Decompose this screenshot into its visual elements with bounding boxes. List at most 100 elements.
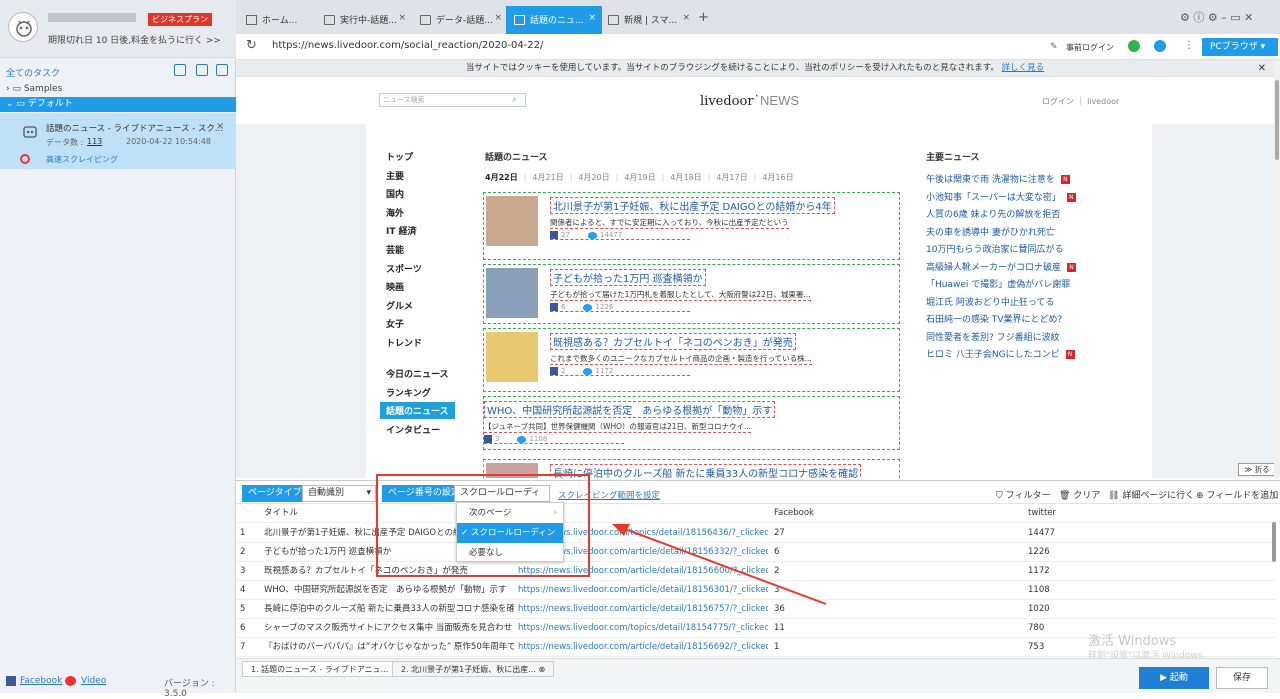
- article-item[interactable]: 既視感ある？カプセルトイ「ネコのペンおき」が発売 これまで数多くのユニークなカプセ…: [483, 328, 900, 392]
- main-news-title[interactable]: 石田純一の感染 TV業界にとどめ?: [926, 315, 1062, 325]
- info-icon[interactable]: [1154, 40, 1166, 52]
- close-icon[interactable]: ×: [398, 13, 406, 23]
- main-news-item[interactable]: 石田純一の感染 TV業界にとどめ?: [926, 312, 1062, 325]
- nav-item[interactable]: 主要: [386, 169, 404, 182]
- main-news-title[interactable]: 10万円もらう政治家に賛同広がる: [926, 245, 1063, 255]
- nav-item[interactable]: 海外: [386, 206, 404, 219]
- main-news-item[interactable]: 同性愛者を差別? フジ番組に波紋: [926, 330, 1060, 343]
- import-icon[interactable]: [174, 64, 186, 76]
- folder-samples[interactable]: › ▭ Samples: [0, 82, 236, 97]
- header-links[interactable]: ログイン ｜ livedoor: [1042, 96, 1119, 107]
- tab-new[interactable]: 新規 | スマ... ×: [600, 6, 696, 34]
- table-cell[interactable]: https://news.livedoor.com/article/detail…: [518, 638, 768, 656]
- nav-item[interactable]: 話題のニュース: [380, 402, 455, 420]
- nav-item[interactable]: IT 経済: [386, 224, 417, 237]
- task-card[interactable]: 話題のニュース - ライブドアニュース - スク... × データ数 : 113…: [0, 113, 236, 169]
- nav-item[interactable]: グルメ: [386, 299, 413, 312]
- article-title[interactable]: 長崎に停泊中のクルーズ船 新たに乗員33人の新型コロナ感染を確認: [550, 464, 862, 478]
- url-field[interactable]: https://news.livedoor.com/social_reactio…: [272, 40, 543, 51]
- close-icon[interactable]: ×: [216, 121, 224, 132]
- add-field-button[interactable]: ⊕ フィールドを追加: [1196, 488, 1278, 501]
- article-item[interactable]: WHO、中国研究所起源説を否定 あらゆる根拠が「動物」示す 【ジュネーブ共同】世界…: [483, 396, 900, 450]
- nav-item[interactable]: スポーツ: [386, 262, 422, 275]
- close-icon[interactable]: ×: [588, 13, 596, 23]
- article-thumbnail[interactable]: [486, 332, 538, 382]
- close-icon[interactable]: ×: [494, 13, 502, 23]
- filter-button[interactable]: ⛉ フィルター: [996, 488, 1050, 501]
- article-thumbnail[interactable]: [486, 268, 538, 318]
- main-news-title[interactable]: 小池知事「スーパーは大変な密」: [926, 193, 1061, 203]
- main-news-item[interactable]: 夫の車を誘導中 妻がひかれ死亡: [926, 225, 1055, 238]
- date-tab[interactable]: 4月22日: [485, 173, 518, 182]
- article-title[interactable]: 子どもが拾った1万円 巡査横領か: [550, 269, 706, 286]
- nav-item[interactable]: インタビュー: [386, 423, 440, 436]
- status-icon[interactable]: [1128, 40, 1140, 52]
- scrollbar-thumb[interactable]: [1275, 80, 1279, 160]
- date-tab[interactable]: 4月19日: [624, 173, 655, 182]
- nav-item[interactable]: トレンド: [386, 336, 422, 349]
- login-button[interactable]: 事前ログイン: [1066, 42, 1114, 53]
- main-news-title[interactable]: 夫の車を誘導中 妻がひかれ死亡: [926, 228, 1055, 238]
- main-news-item[interactable]: 「Huawei で撮影」虚偽がバレ謝罪: [926, 277, 1070, 290]
- save-button[interactable]: 保存: [1216, 667, 1268, 689]
- nav-item[interactable]: 今日のニュース: [386, 367, 449, 380]
- nav-item[interactable]: 国内: [386, 187, 404, 200]
- window-controls[interactable]: ⚙ ⓘ ⚙ – ▭ ✕: [1180, 9, 1253, 25]
- article-thumbnail[interactable]: [486, 196, 538, 246]
- livedoor-logo[interactable]: livedoor˙NEWS: [700, 93, 799, 109]
- start-button[interactable]: ▶ 起動: [1139, 667, 1209, 689]
- main-news-item[interactable]: 人質の6歳 妹より先の解放を拒否: [926, 207, 1060, 220]
- search-icon[interactable]: ⌕: [512, 95, 516, 105]
- main-news-title[interactable]: 午後は関東で雨 洗濯物に注意を: [926, 175, 1055, 185]
- main-news-item[interactable]: 小池知事「スーパーは大変な密」 N: [926, 190, 1076, 203]
- nav-item[interactable]: 映画: [386, 280, 404, 293]
- article-title[interactable]: 既視感ある？カプセルトイ「ネコのペンおき」が発売: [550, 333, 796, 350]
- tab-running[interactable]: 実行中-話題... ×: [316, 6, 412, 34]
- main-news-item[interactable]: 高級婦人靴メーカーがコロナ破産 N: [926, 260, 1077, 273]
- cookie-link[interactable]: 詳しく見る: [1002, 63, 1045, 73]
- date-tab[interactable]: 4月18日: [670, 173, 701, 182]
- article-item[interactable]: 子どもが拾った1万円 巡査横領か 子どもが拾って届けた1万円札を着服したとして、大…: [483, 264, 900, 324]
- table-scrollbar[interactable]: [1272, 522, 1276, 562]
- column-header[interactable]: twitter: [1028, 504, 1268, 522]
- table-cell[interactable]: https://news.livedoor.com/topics/detail/…: [518, 619, 768, 637]
- tab-topic-news[interactable]: 話題のニュ... ×: [506, 6, 602, 34]
- nav-item[interactable]: ランキング: [386, 386, 431, 399]
- main-news-title[interactable]: 高級婦人靴メーカーがコロナ破産: [926, 263, 1061, 273]
- news-search-input[interactable]: ニュース検索: [379, 93, 526, 107]
- nav-item[interactable]: 芸能: [386, 243, 404, 256]
- main-news-item[interactable]: ヒロミ 八王子会NGにしたコンビ N: [926, 347, 1075, 360]
- main-news-item[interactable]: 堀江氏 阿波おどり中止狂ってる: [926, 295, 1054, 308]
- new-task-icon[interactable]: [196, 64, 208, 76]
- fold-button[interactable]: ≫ 折る: [1238, 463, 1274, 476]
- article-item[interactable]: 北川景子が第1子妊娠、秋に出産予定 DAIGOとの結婚から4年 関係者によると、す…: [483, 192, 900, 260]
- result-tab-1[interactable]: 1. 話題のニュース - ライブドアニュ...: [242, 661, 398, 677]
- new-tab-icon[interactable]: +: [698, 10, 709, 25]
- date-tab[interactable]: 4月16日: [762, 173, 793, 182]
- pc-browser-button[interactable]: PCブラウザ ▾: [1202, 38, 1278, 56]
- goto-detail-button[interactable]: ⛓ 詳細ページに行く: [1108, 488, 1194, 501]
- nav-item[interactable]: 女子: [386, 317, 404, 330]
- clear-button[interactable]: 🗑 クリア: [1059, 488, 1100, 501]
- grid-icon[interactable]: [216, 64, 228, 76]
- article-title[interactable]: 北川景子が第1子妊娠、秋に出産予定 DAIGOとの結婚から4年: [550, 197, 835, 214]
- tab-data[interactable]: データ-話題... ×: [412, 6, 508, 34]
- main-news-title[interactable]: 堀江氏 阿波おどり中止狂ってる: [926, 298, 1054, 308]
- folder-default[interactable]: ⌄ ▭ デフォルト: [0, 97, 236, 112]
- main-news-title[interactable]: 「Huawei で撮影」虚偽がバレ謝罪: [926, 280, 1070, 290]
- page-type-select[interactable]: 自動識別 ▾: [302, 485, 376, 502]
- edit-icon[interactable]: ✎: [1050, 42, 1058, 52]
- avatar[interactable]: [8, 12, 38, 42]
- result-tab-2[interactable]: 2. 北川景子が第1子妊娠、秋に出産... ⊗: [392, 661, 555, 677]
- close-icon[interactable]: ⊗: [538, 665, 545, 674]
- main-news-item[interactable]: 10万円もらう政治家に賛同広がる: [926, 242, 1063, 255]
- date-tab[interactable]: 4月21日: [532, 173, 563, 182]
- video-link[interactable]: Video: [81, 676, 106, 686]
- facebook-link[interactable]: Facebook: [20, 676, 62, 686]
- main-news-item[interactable]: 午後は関東で雨 洗濯物に注意を N: [926, 172, 1070, 185]
- main-news-title[interactable]: ヒロミ 八王子会NGにしたコンビ: [926, 350, 1060, 360]
- nav-item[interactable]: トップ: [386, 150, 413, 163]
- date-tab[interactable]: 4月17日: [716, 173, 747, 182]
- article-title[interactable]: WHO、中国研究所起源説を否定 あらゆる根拠が「動物」示す: [484, 401, 776, 418]
- more-icon[interactable]: ⋮: [1184, 40, 1194, 51]
